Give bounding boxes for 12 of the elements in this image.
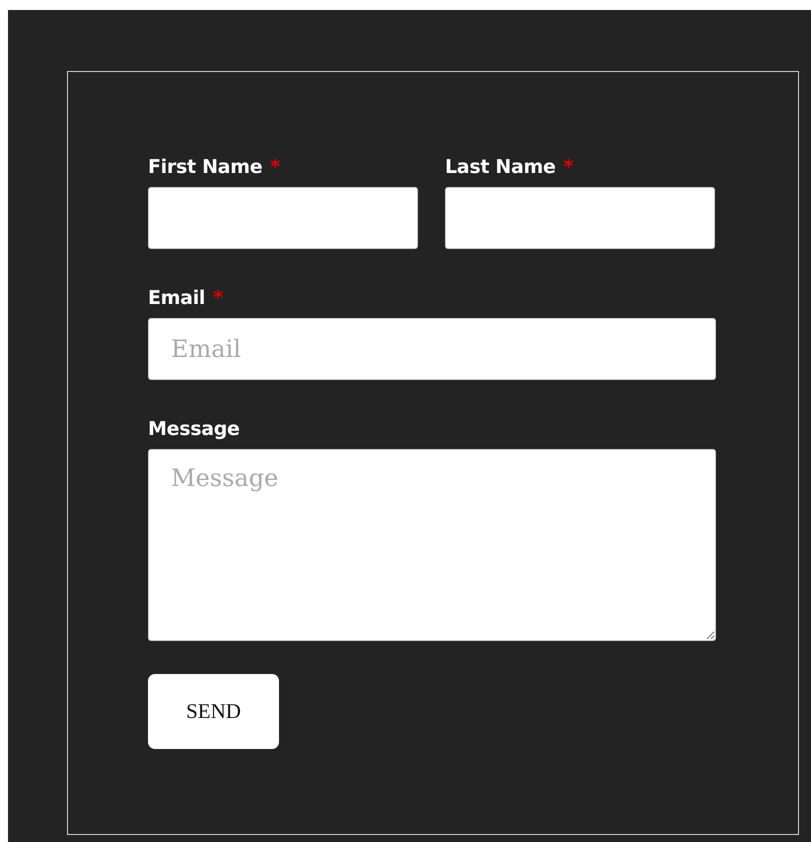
send-button[interactable]: SEND <box>148 674 279 749</box>
email-field[interactable]: Email <box>148 318 716 380</box>
required-mark: * <box>564 156 574 180</box>
field-label: Email <box>148 287 206 311</box>
message-field[interactable]: Message <box>148 449 716 641</box>
required-mark: * <box>213 287 223 311</box>
field-label: Message <box>148 418 240 442</box>
required-mark: * <box>270 156 280 180</box>
field-label: Last Name <box>445 156 556 180</box>
name-field[interactable] <box>445 187 715 249</box>
field-label: First Name <box>148 156 262 180</box>
name-field[interactable] <box>148 187 418 249</box>
